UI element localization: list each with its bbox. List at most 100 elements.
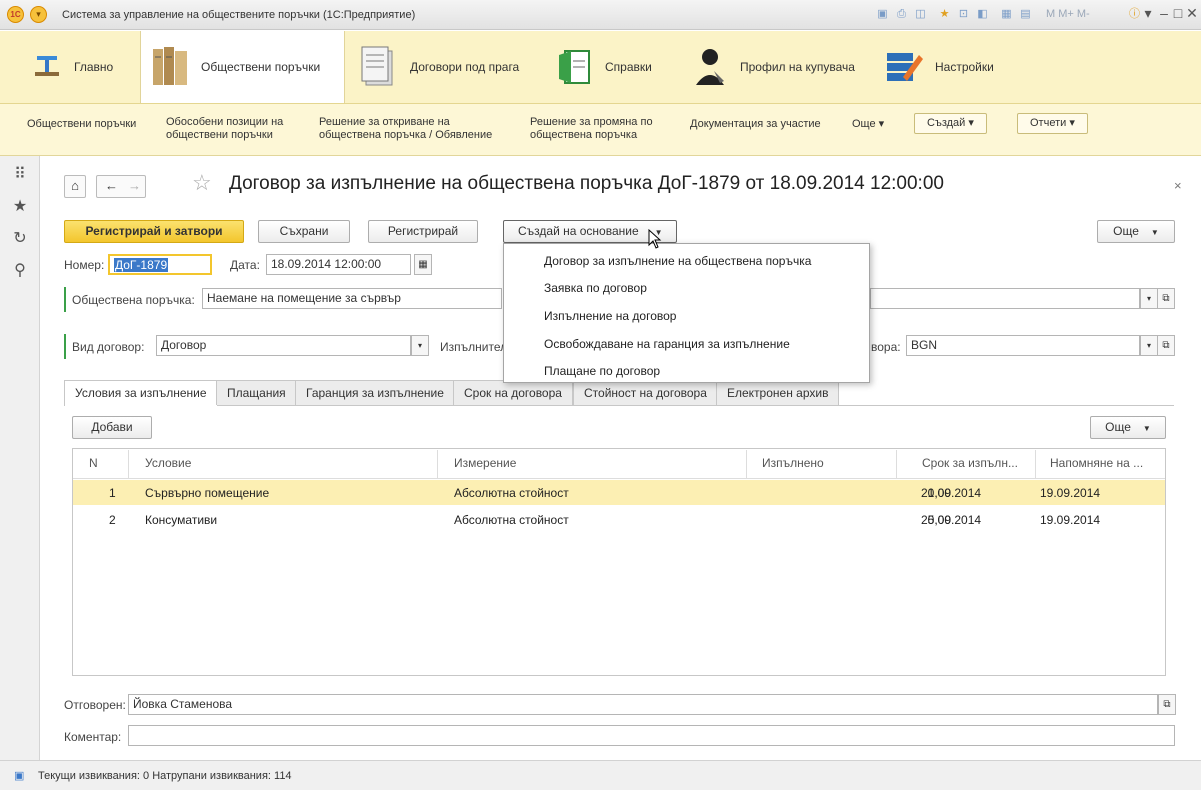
nav-reports-label: Справки xyxy=(605,60,652,74)
tab-payments[interactable]: Плащания xyxy=(216,380,297,405)
back-icon[interactable]: ← xyxy=(105,178,118,193)
chevron-down-icon: ▼ xyxy=(1150,228,1159,237)
col-divider xyxy=(896,450,897,478)
calendar-icon[interactable]: ▤ xyxy=(1019,8,1032,21)
history-nav: ← → xyxy=(96,175,146,198)
col-divider xyxy=(437,450,438,478)
col-done[interactable]: Изпълнено xyxy=(762,456,824,470)
procurement-open-icon[interactable]: ⧉ xyxy=(1157,288,1175,309)
nav-buyer-profile-label: Профил на купувача xyxy=(740,60,855,74)
sublink-procurements[interactable]: Обществени поръчки xyxy=(27,118,136,131)
nav-reports[interactable]: Справки xyxy=(545,31,662,103)
sublink-documentation[interactable]: Документация за участие xyxy=(690,118,821,131)
cell-condition: Консумативи xyxy=(145,513,218,527)
procurement-label: Обществена поръчка: xyxy=(72,293,195,307)
col-condition[interactable]: Условие xyxy=(145,456,191,470)
col-term[interactable]: Срок за изпълн... xyxy=(922,456,1018,470)
preview-icon[interactable]: ◫ xyxy=(914,8,927,21)
procurement-dropdown-icon[interactable]: ▾ xyxy=(1140,288,1158,309)
comment-field[interactable] xyxy=(128,725,1175,746)
sublink-more[interactable]: Още ▾ xyxy=(852,118,884,131)
menu-item-contract-request[interactable]: Заявка по договор xyxy=(544,281,647,295)
procurement-field-ext[interactable] xyxy=(870,288,1140,309)
add-button[interactable]: Добави xyxy=(72,416,152,439)
table-row[interactable]: 2 Консумативи Абсолютна стойност 5,00 20… xyxy=(73,507,1165,532)
table-row[interactable]: 1 Сървърно помещение Абсолютна стойност … xyxy=(73,480,1165,505)
link-icon[interactable]: ⊡ xyxy=(957,8,970,21)
responsible-field[interactable]: Йовка Стаменова xyxy=(128,694,1158,715)
responsible-open-icon[interactable]: ⧉ xyxy=(1158,694,1176,715)
sublink-lots[interactable]: Обособени позиции на обществени поръчки xyxy=(166,116,283,142)
history-icon[interactable]: ◧ xyxy=(976,8,989,21)
user-icon xyxy=(690,46,730,88)
col-remind[interactable]: Напомняне на ... xyxy=(1050,456,1143,470)
close-icon[interactable]: ✕ xyxy=(1184,5,1200,22)
sublink-opening-line1: Решение за откриване на xyxy=(319,116,450,128)
tab-guarantee[interactable]: Гаранция за изпълнение xyxy=(295,380,455,405)
home-button[interactable]: ⌂ xyxy=(64,175,86,198)
save-icon[interactable]: ▣ xyxy=(876,8,889,21)
calendar-picker-icon[interactable]: ▦ xyxy=(414,254,432,275)
history-icon[interactable]: ↻ xyxy=(10,228,30,248)
cell-term: 20.09.2014 xyxy=(921,486,982,500)
create-menu-button[interactable]: Създай ▾ xyxy=(914,113,987,134)
contract-type-field[interactable]: Договор xyxy=(156,335,411,356)
nav-contracts-label: Договори под прага xyxy=(410,60,520,74)
cell-n: 1 xyxy=(109,486,116,500)
menu-item-contract[interactable]: Договор за изпълнение на обществена поръ… xyxy=(544,254,811,268)
app-logo-icon[interactable]: 1C xyxy=(7,6,24,23)
forward-icon[interactable]: → xyxy=(128,178,141,193)
menu-item-guarantee-release[interactable]: Освобождаване на гаранция за изпълнение xyxy=(544,337,790,351)
sublink-change-decision[interactable]: Решение за промяна по обществена поръчка xyxy=(530,116,653,142)
calculator-icon[interactable]: ▦ xyxy=(1000,8,1013,21)
nav-public-procurement[interactable]: Обществени поръчки xyxy=(140,31,345,103)
tab-execution-terms[interactable]: Условия за изпълнение xyxy=(64,380,218,406)
save-button[interactable]: Съхрани xyxy=(258,220,350,243)
table-more-button[interactable]: Още ▼ xyxy=(1090,416,1166,439)
required-marker xyxy=(64,334,66,359)
close-form-icon[interactable]: × xyxy=(1174,178,1182,193)
cell-n: 2 xyxy=(109,513,116,527)
print-icon[interactable]: ⎙ xyxy=(895,8,908,21)
settings-icon xyxy=(885,46,925,88)
date-field[interactable]: 18.09.2014 12:00:00 xyxy=(266,254,411,275)
register-close-button[interactable]: Регистрирай и затвори xyxy=(64,220,244,243)
cell-condition: Сървърно помещение xyxy=(145,486,270,500)
nav-buyer-profile[interactable]: Профил на купувача xyxy=(680,31,865,103)
favorites-star-icon[interactable]: ★ xyxy=(10,196,30,216)
procurement-field[interactable]: Наемане на помещение за сървър xyxy=(202,288,502,309)
status-text: Текущи извиквания: 0 Натрупани извиквани… xyxy=(38,770,292,782)
col-divider xyxy=(746,450,747,478)
favorites-icon[interactable]: ★ xyxy=(938,8,951,21)
currency-open-icon[interactable]: ⧉ xyxy=(1157,335,1175,356)
number-label: Номер: xyxy=(64,258,105,272)
main-menu-button[interactable]: ▾ xyxy=(30,6,47,23)
info-dropdown-icon[interactable]: ▾ xyxy=(1140,5,1156,22)
sublink-opening-decision[interactable]: Решение за откриване на обществена поръчк… xyxy=(319,116,492,142)
reports-menu-button[interactable]: Отчети ▾ xyxy=(1017,113,1088,134)
nav-settings[interactable]: Настройки xyxy=(875,31,1004,103)
menu-item-contract-execution[interactable]: Изпълнение на договор xyxy=(544,309,676,323)
more-button[interactable]: Още ▼ xyxy=(1097,220,1175,243)
sublink-change-line1: Решение за промяна по xyxy=(530,116,653,128)
search-icon[interactable]: ⚲ xyxy=(10,260,30,280)
currency-field[interactable]: BGN xyxy=(906,335,1140,356)
tab-contract-value[interactable]: Стойност на договора xyxy=(573,380,718,405)
tab-electronic-archive[interactable]: Електронен архив xyxy=(716,380,840,405)
nav-main[interactable]: Главно xyxy=(20,31,123,103)
memory-buttons[interactable]: M M+ M- xyxy=(1046,8,1090,20)
currency-dropdown-icon[interactable]: ▾ xyxy=(1140,335,1158,356)
tab-contract-term[interactable]: Срок на договора xyxy=(453,380,573,405)
favorite-star-icon[interactable]: ☆ xyxy=(192,170,212,196)
status-bar: ▣ Текущи извиквания: 0 Натрупани извиква… xyxy=(0,760,1201,790)
nav-contracts[interactable]: Договори под прага xyxy=(350,31,529,103)
col-n[interactable]: N xyxy=(89,456,98,470)
menu-item-contract-payment[interactable]: Плащане по договор xyxy=(544,364,660,378)
number-field[interactable]: ДоГ-1879 xyxy=(108,254,212,275)
page-title: Договор за изпълнение на обществена поръ… xyxy=(229,173,944,194)
apps-grid-icon[interactable]: ⠿ xyxy=(10,164,30,184)
col-divider xyxy=(128,450,129,478)
col-measure[interactable]: Измерение xyxy=(454,456,516,470)
contract-type-dropdown-icon[interactable]: ▾ xyxy=(411,335,429,356)
register-button[interactable]: Регистрирай xyxy=(368,220,478,243)
